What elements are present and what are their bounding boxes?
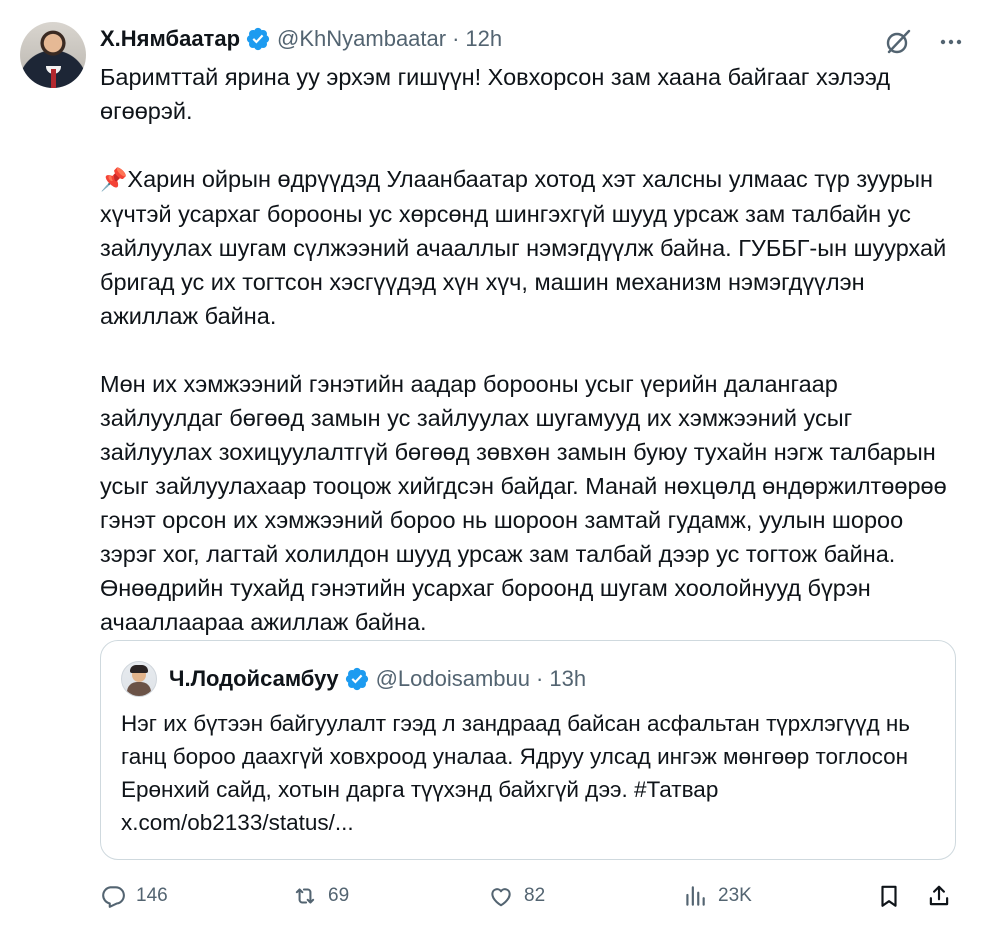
tweet-actions-bar: 146 69 82 23K: [100, 878, 962, 914]
views-button[interactable]: 23K: [682, 878, 752, 914]
avatar-body: [127, 682, 151, 696]
tweet-paragraph: Мөн их хэмжээний гэнэтийн аадар борооны …: [100, 371, 947, 635]
share-button[interactable]: [926, 878, 952, 914]
views-icon: [686, 886, 705, 906]
quoted-author-name[interactable]: Ч.Лодойсамбуу: [169, 666, 339, 692]
tweet-header-actions: [884, 28, 964, 56]
grok-icon[interactable]: [884, 28, 912, 56]
author-name[interactable]: Х.Нямбаатар: [100, 26, 240, 52]
reply-count: 146: [136, 885, 168, 906]
like-button[interactable]: 82: [488, 878, 545, 914]
heart-icon: [491, 888, 511, 907]
pushpin-icon: 📌: [100, 167, 128, 192]
tweet-header: Х.Нямбаатар @KhNyambaatar · 12h: [100, 24, 962, 54]
verified-badge-icon[interactable]: [245, 26, 271, 52]
verified-badge-icon[interactable]: [344, 666, 370, 692]
quoted-tweet-header: Ч.Лодойсамбуу @Lodoisambuu · 13h: [121, 661, 586, 697]
avatar-tie: [51, 69, 56, 88]
tweet-body: Баримттай ярина уу эрхэм гишүүн! Ховхорс…: [100, 60, 962, 673]
tweet-time[interactable]: 12h: [465, 26, 502, 52]
tweet-paragraph-with-pin: 📌Харин ойрын өдрүүдэд Улаанбаатар хотод …: [100, 162, 962, 333]
tweet-paragraph: Баримттай ярина уу эрхэм гишүүн! Ховхорс…: [100, 64, 891, 124]
separator-dot: ·: [452, 26, 460, 51]
reply-button[interactable]: 146: [100, 878, 168, 914]
quoted-tweet[interactable]: Ч.Лодойсамбуу @Lodoisambuu · 13h Нэг их …: [100, 640, 956, 860]
share-icon: [929, 885, 949, 906]
author-handle[interactable]: @KhNyambaatar: [277, 26, 446, 52]
repost-icon: [295, 888, 315, 904]
author-avatar[interactable]: [20, 22, 86, 88]
quoted-tweet-text: Нэг их бүтээн байгуулалт гээд л зандраад…: [121, 711, 910, 802]
repost-count: 69: [328, 885, 350, 906]
repost-button[interactable]: 69: [292, 878, 349, 914]
avatar-hair: [130, 665, 148, 673]
separator-dot: ·: [536, 666, 544, 691]
quoted-tweet-body: Нэг их бүтээн байгуулалт гээд л зандраад…: [121, 707, 941, 839]
quoted-tweet-time[interactable]: 13h: [549, 666, 586, 692]
like-count: 82: [524, 885, 546, 906]
quoted-author-handle[interactable]: @Lodoisambuu: [376, 666, 530, 692]
bookmark-icon: [881, 885, 897, 907]
bookmark-button[interactable]: [876, 878, 902, 914]
more-icon[interactable]: [938, 29, 964, 55]
tweet-paragraph: Харин ойрын өдрүүдэд Улаанбаатар хотод х…: [100, 166, 947, 329]
quoted-author-avatar[interactable]: [121, 661, 157, 697]
reply-icon: [102, 886, 125, 908]
quoted-tweet-link[interactable]: x.com/ob2133/status/...: [121, 810, 354, 835]
views-count: 23K: [718, 885, 752, 906]
